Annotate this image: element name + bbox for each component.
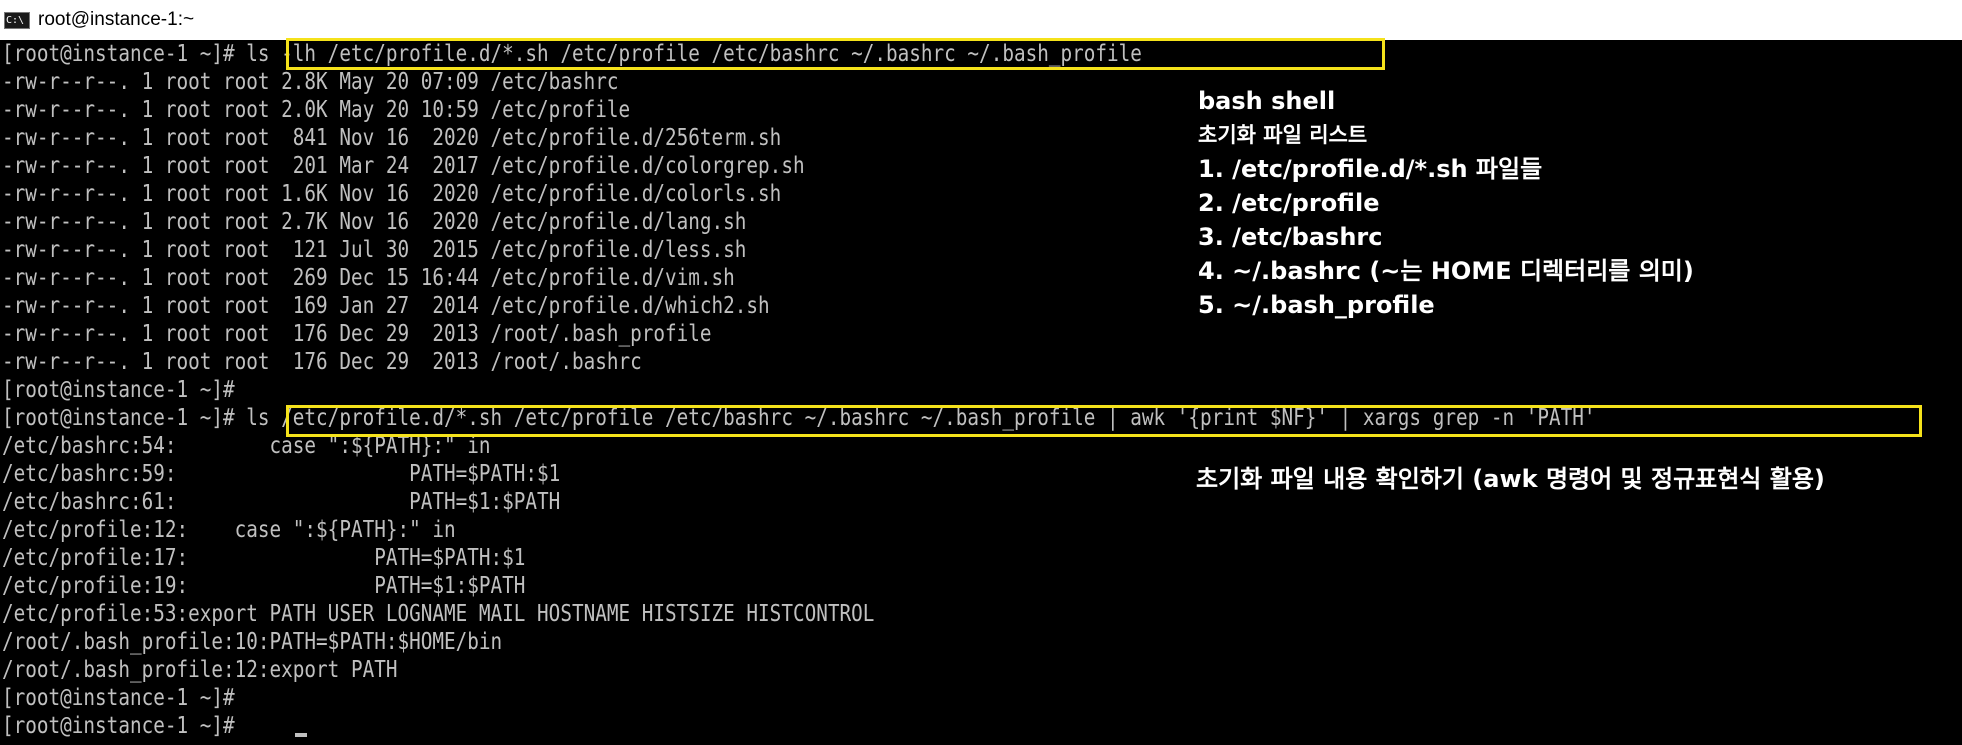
terminal-line: /etc/profile:53:export PATH USER LOGNAME…	[2, 601, 875, 627]
terminal-line: /root/.bash_profile:12:export PATH	[2, 657, 398, 683]
terminal-cursor	[295, 733, 307, 737]
annotation-title: bash shell	[1198, 87, 1336, 115]
terminal-line: -rw-r--r--. 1 root root 1.6K Nov 16 2020…	[2, 181, 782, 207]
terminal-line: /etc/profile:19: PATH=$1:$PATH	[2, 573, 526, 599]
terminal-line: -rw-r--r--. 1 root root 841 Nov 16 2020 …	[2, 125, 782, 151]
terminal-line: /etc/bashrc:59: PATH=$PATH:$1	[2, 461, 561, 487]
window-title: root@instance-1:~	[38, 9, 195, 30]
annotation-content-note: 초기화 파일 내용 확인하기 (awk 명령어 및 정규표현식 활용)	[1196, 465, 1825, 493]
terminal-line: -rw-r--r--. 1 root root 169 Jan 27 2014 …	[2, 293, 770, 319]
highlight-box-grep-command	[286, 405, 1922, 437]
annotation-item: 1. /etc/profile.d/*.sh 파일들	[1198, 155, 1543, 183]
terminal-line: -rw-r--r--. 1 root root 2.7K Nov 16 2020…	[2, 209, 747, 235]
terminal-line: -rw-r--r--. 1 root root 201 Mar 24 2017 …	[2, 153, 805, 179]
highlight-box-ls-command	[286, 38, 1385, 70]
terminal-line-prompt-active: [root@instance-1 ~]#	[2, 713, 235, 739]
terminal-line-prompt: [root@instance-1 ~]#	[2, 685, 235, 711]
terminal-line-prompt: [root@instance-1 ~]#	[2, 377, 235, 403]
terminal-line: -rw-r--r--. 1 root root 176 Dec 29 2013 …	[2, 349, 642, 375]
terminal-icon-text: C:\	[6, 14, 25, 26]
terminal-line: -rw-r--r--. 1 root root 121 Jul 30 2015 …	[2, 237, 747, 263]
annotation-item: 3. /etc/bashrc	[1198, 223, 1383, 251]
annotation-item: 4. ~/.bashrc (~는 HOME 디렉터리를 의미)	[1198, 257, 1694, 285]
terminal-line: /etc/profile:17: PATH=$PATH:$1	[2, 545, 526, 571]
terminal-line: -rw-r--r--. 1 root root 176 Dec 29 2013 …	[2, 321, 712, 347]
terminal-line: -rw-r--r--. 1 root root 2.8K May 20 07:0…	[2, 69, 619, 95]
annotation-subtitle: 초기화 파일 리스트	[1198, 123, 1368, 147]
terminal-line: /etc/profile:12: case ":${PATH}:" in	[2, 517, 456, 543]
terminal-icon: C:\	[4, 11, 30, 29]
annotation-item: 5. ~/.bash_profile	[1198, 291, 1435, 319]
terminal-window: C:\ root@instance-1:~ [root@instance-1 ~…	[0, 0, 1962, 745]
title-bar[interactable]: C:\ root@instance-1:~	[0, 0, 1962, 40]
terminal-output[interactable]: [root@instance-1 ~]# ls -lh /etc/profile…	[0, 38, 1962, 745]
terminal-line: /etc/bashrc:61: PATH=$1:$PATH	[2, 489, 561, 515]
terminal-line: /root/.bash_profile:10:PATH=$PATH:$HOME/…	[2, 629, 503, 655]
terminal-line: -rw-r--r--. 1 root root 2.0K May 20 10:5…	[2, 97, 631, 123]
annotation-item: 2. /etc/profile	[1198, 189, 1380, 217]
terminal-line: -rw-r--r--. 1 root root 269 Dec 15 16:44…	[2, 265, 735, 291]
